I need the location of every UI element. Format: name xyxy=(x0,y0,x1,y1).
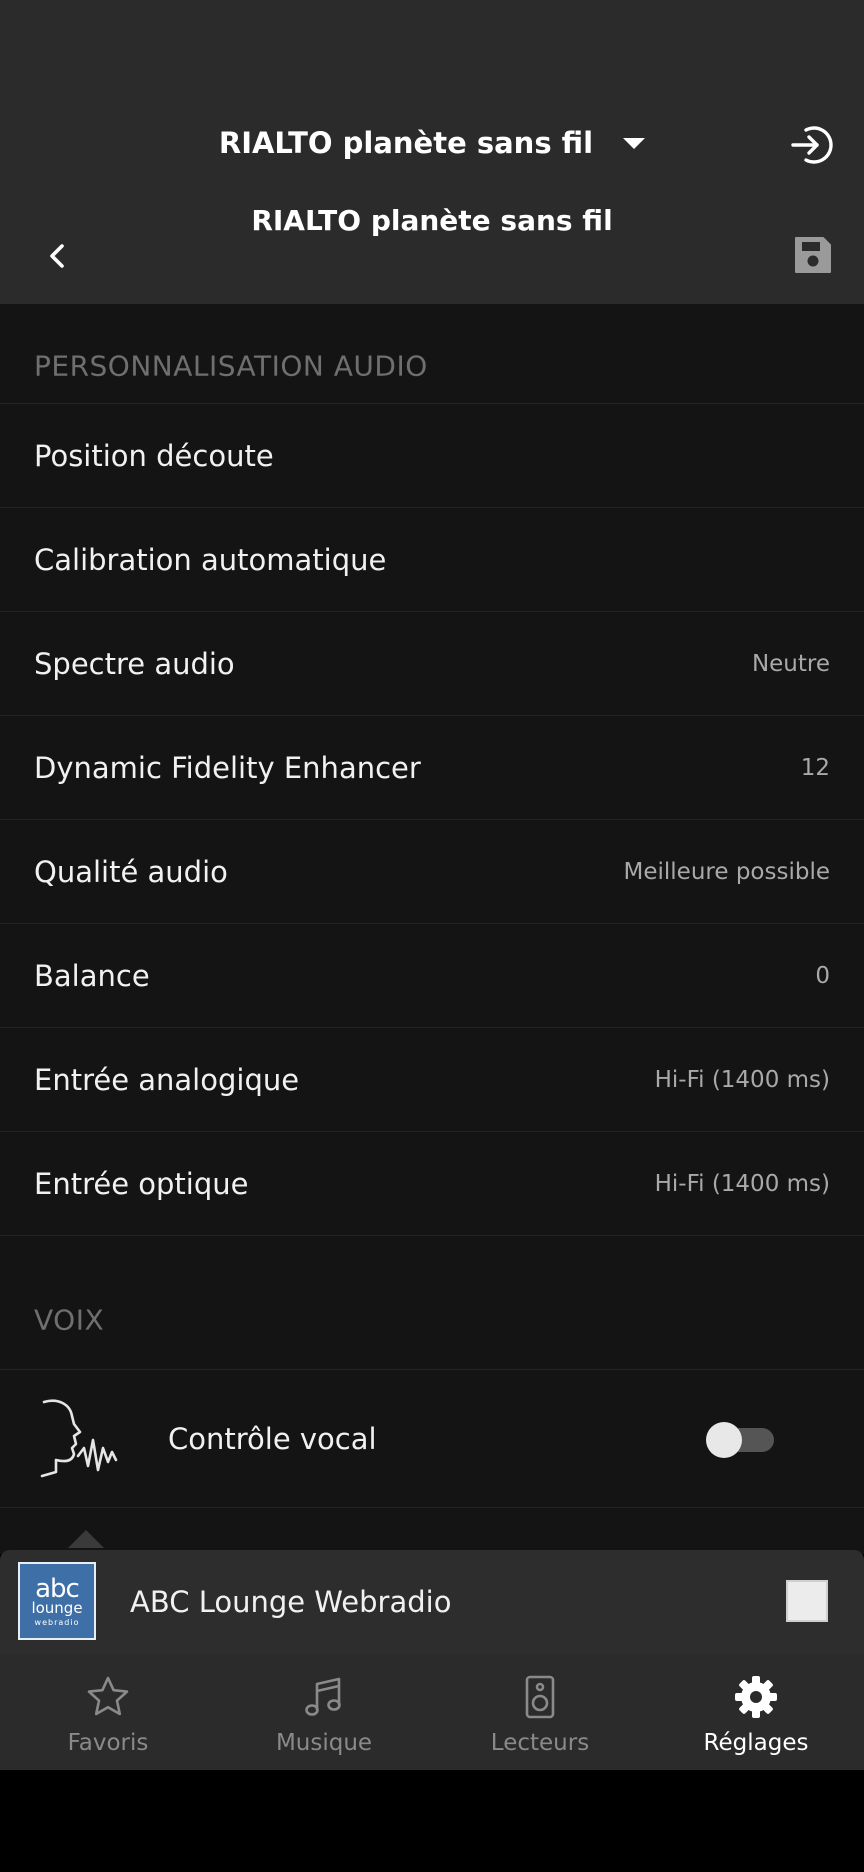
album-art: abc lounge webradio xyxy=(18,1562,96,1640)
room-selector[interactable]: RIALTO planète sans fil xyxy=(0,118,864,168)
voice-control-toggle[interactable] xyxy=(706,1422,774,1458)
row-label: Balance xyxy=(34,958,150,993)
gear-icon xyxy=(735,1676,777,1718)
tab-label: Réglages xyxy=(703,1730,809,1756)
chevron-down-icon xyxy=(623,137,646,149)
row-label: Entrée optique xyxy=(34,1166,249,1201)
system-nav-area xyxy=(0,1770,864,1872)
up-arrow-icon xyxy=(68,1530,104,1548)
row-value: Meilleure possible xyxy=(623,858,830,885)
section-title: PERSONNALISATION AUDIO xyxy=(34,349,428,383)
tab-label: Lecteurs xyxy=(490,1730,590,1756)
row-label: Dynamic Fidelity Enhancer xyxy=(34,750,421,785)
track-title: ABC Lounge Webradio xyxy=(130,1585,452,1619)
row-value: Neutre xyxy=(751,650,830,677)
star-icon xyxy=(87,1676,129,1716)
row-value: 12 xyxy=(800,754,830,781)
tab-music[interactable]: Musique xyxy=(216,1654,432,1770)
section-title: VOIX xyxy=(34,1303,105,1337)
row-auto-calibration[interactable]: Calibration automatique xyxy=(0,508,864,612)
tab-bar: Favoris Musique Lecteurs Réglages xyxy=(0,1654,864,1770)
row-audio-spectrum[interactable]: Spectre audio Neutre xyxy=(0,612,864,716)
row-dynamic-fidelity[interactable]: Dynamic Fidelity Enhancer 12 xyxy=(0,716,864,820)
save-icon[interactable] xyxy=(792,234,834,276)
row-label: Spectre audio xyxy=(34,646,235,681)
login-icon[interactable] xyxy=(789,122,835,168)
back-arrow-icon[interactable] xyxy=(38,236,78,276)
app-header: RIALTO planète sans fil RIALTO planète s… xyxy=(0,0,864,304)
voice-head-icon xyxy=(40,1399,118,1478)
row-analog-input[interactable]: Entrée analogique Hi-Fi (1400 ms) xyxy=(0,1028,864,1132)
row-label: Calibration automatique xyxy=(34,542,387,577)
row-audio-quality[interactable]: Qualité audio Meilleure possible xyxy=(0,820,864,924)
album-art-line: lounge xyxy=(31,1598,83,1617)
row-optical-input[interactable]: Entrée optique Hi-Fi (1400 ms) xyxy=(0,1132,864,1236)
row-listening-position[interactable]: Position découte xyxy=(0,404,864,508)
row-voice-control[interactable]: Contrôle vocal xyxy=(0,1370,864,1508)
now-playing-bar[interactable]: abc lounge webradio ABC Lounge Webradio xyxy=(0,1550,864,1654)
tab-favorites[interactable]: Favoris xyxy=(0,1654,216,1770)
row-value: Hi-Fi (1400 ms) xyxy=(654,1170,830,1197)
row-balance[interactable]: Balance 0 xyxy=(0,924,864,1028)
page-title: RIALTO planète sans fil xyxy=(251,204,613,237)
tab-settings[interactable]: Réglages xyxy=(648,1654,864,1770)
tab-label: Musique xyxy=(275,1730,373,1756)
speaker-icon xyxy=(525,1675,555,1719)
room-name: RIALTO planète sans fil xyxy=(218,126,594,160)
album-art-line: webradio xyxy=(34,1617,80,1627)
toggle-thumb xyxy=(706,1422,742,1458)
section-header-audio: PERSONNALISATION AUDIO xyxy=(0,304,864,404)
album-art-line: abc xyxy=(35,1573,80,1604)
row-label: Position découte xyxy=(34,438,274,473)
tab-players[interactable]: Lecteurs xyxy=(432,1654,648,1770)
row-label: Entrée analogique xyxy=(34,1062,300,1097)
row-label: Contrôle vocal xyxy=(168,1421,377,1456)
stop-button[interactable] xyxy=(786,1580,828,1622)
settings-list: PERSONNALISATION AUDIO Position découte … xyxy=(0,304,864,1554)
row-value: 0 xyxy=(815,962,830,989)
section-header-voice: VOIX xyxy=(0,1236,864,1370)
row-value: Hi-Fi (1400 ms) xyxy=(654,1066,830,1093)
row-label: Qualité audio xyxy=(34,854,228,889)
tab-label: Favoris xyxy=(67,1730,149,1756)
music-note-icon xyxy=(305,1677,341,1716)
